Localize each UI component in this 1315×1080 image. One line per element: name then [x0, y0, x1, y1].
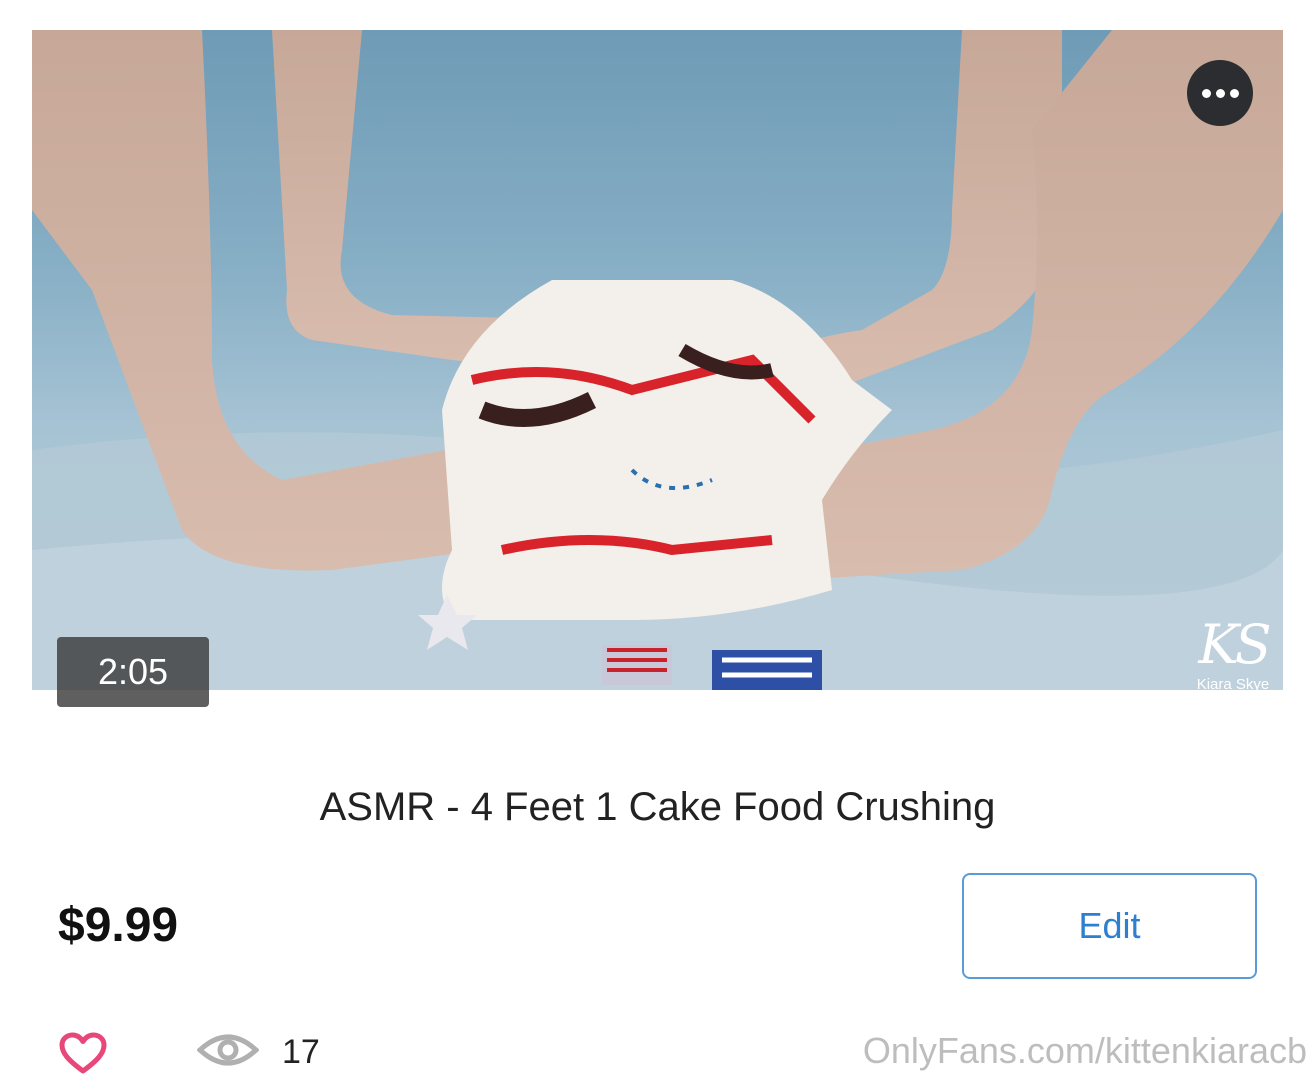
- video-duration-badge: 2:05: [57, 637, 209, 707]
- post-price: $9.99: [58, 899, 179, 952]
- watermark-name: Kiara Skye: [1196, 676, 1270, 690]
- heart-icon[interactable]: [58, 1031, 108, 1075]
- video-thumbnail[interactable]: KS Kiara Skye: [32, 30, 1283, 690]
- more-options-button[interactable]: [1187, 60, 1253, 126]
- video-thumbnail-image: [32, 30, 1283, 690]
- post-title: ASMR - 4 Feet 1 Cake Food Crushing: [319, 785, 996, 829]
- creator-watermark: KS Kiara Skye: [1178, 613, 1283, 691]
- watermark-monogram: KS: [1198, 613, 1271, 676]
- more-horizontal-icon: [1201, 88, 1239, 98]
- edit-button[interactable]: Edit: [962, 873, 1257, 979]
- source-url-watermark: OnlyFans.com/kittenkiaracb: [862, 1030, 1307, 1071]
- views-count: 17: [282, 1033, 320, 1071]
- eye-icon: [197, 1034, 259, 1066]
